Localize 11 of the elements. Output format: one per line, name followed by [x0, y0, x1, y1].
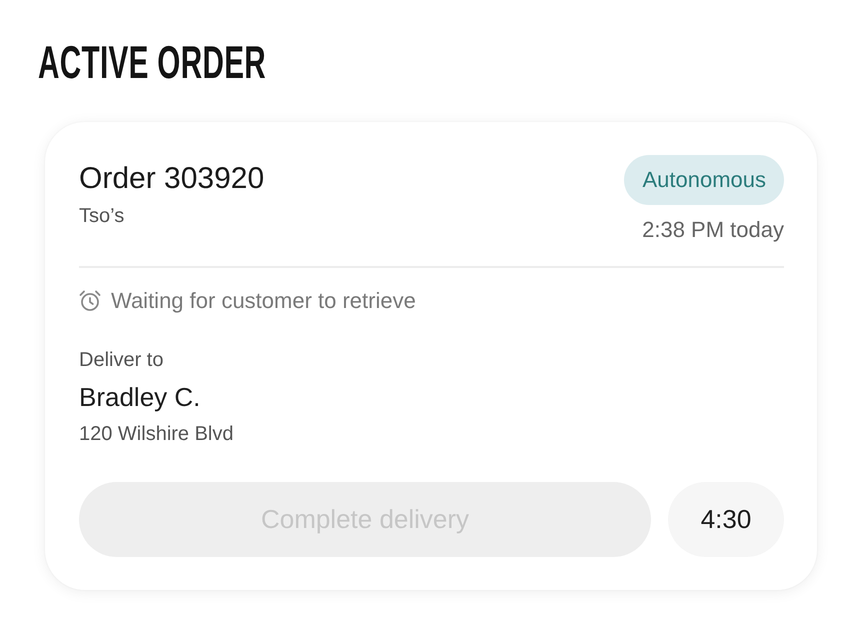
order-time: 2:38 PM today: [642, 217, 784, 243]
section-heading: ACTIVE ORDER: [38, 39, 266, 85]
delivery-address: 120 Wilshire Blvd: [79, 422, 234, 447]
status-text: Waiting for customer to retrieve: [111, 287, 416, 315]
alarm-clock-icon: [79, 290, 101, 312]
customer-name: Bradley C.: [79, 381, 200, 413]
deliver-label: Deliver to: [79, 348, 164, 373]
countdown-timer: 4:30: [668, 482, 784, 557]
restaurant-name: Tso’s: [79, 204, 124, 228]
order-number: Order 303920: [79, 161, 264, 197]
mode-badge: Autonomous: [624, 155, 784, 205]
